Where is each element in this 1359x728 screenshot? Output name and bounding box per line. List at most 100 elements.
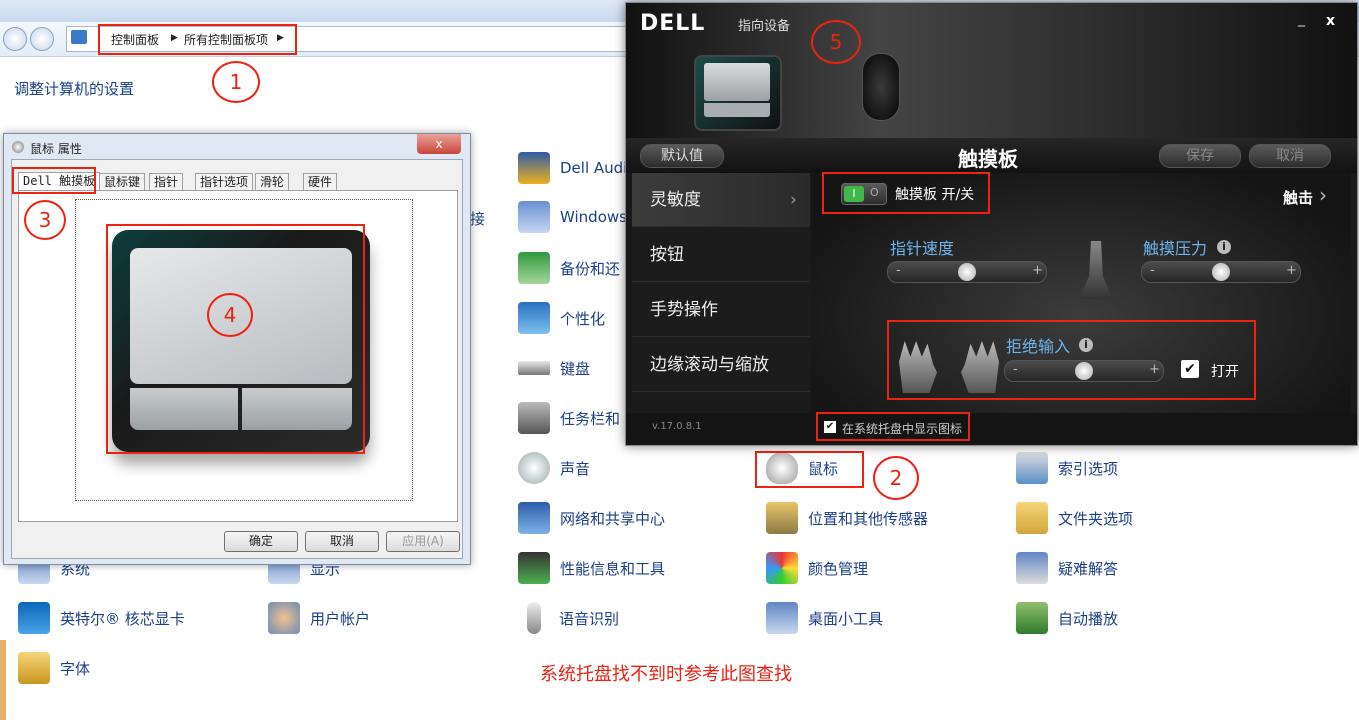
info-icon[interactable]: i xyxy=(1217,240,1231,254)
annotation-box-tray xyxy=(816,412,970,441)
cp-item-index[interactable]: 索引选项 xyxy=(1016,450,1118,486)
sidebar-item-edge-scroll-zoom[interactable]: 边缘滚动与缩放 xyxy=(632,338,810,392)
cp-item-color[interactable]: 颜色管理 xyxy=(766,550,868,586)
cp-item-personalize[interactable]: 个性化 xyxy=(518,300,605,336)
annotation-circle-2: 2 xyxy=(873,456,919,500)
intel-icon xyxy=(18,602,50,634)
annotation-box-1 xyxy=(98,24,297,55)
cp-item-performance[interactable]: 性能信息和工具 xyxy=(518,550,665,586)
annotation-box-toggle xyxy=(822,172,990,214)
index-icon xyxy=(1016,452,1048,484)
sidebar-item-buttons[interactable]: 按钮 xyxy=(632,228,810,282)
cp-item-autoplay[interactable]: 自动播放 xyxy=(1016,600,1118,636)
annotation-circle-1: 1 xyxy=(212,61,260,103)
annotation-box-2 xyxy=(755,451,864,488)
close-button[interactable]: x xyxy=(1326,13,1335,29)
save-button[interactable]: 保存 xyxy=(1159,144,1241,168)
tab-hardware[interactable]: 硬件 xyxy=(303,173,338,191)
control-panel-icon xyxy=(71,30,87,44)
cp-item-sound[interactable]: 声音 xyxy=(518,450,590,486)
tab-pointer-options[interactable]: 指针选项 xyxy=(195,173,254,191)
cp-item-fonts[interactable]: 字体 xyxy=(18,650,90,686)
gadget-icon xyxy=(766,602,798,634)
cp-item-sensors[interactable]: 位置和其他传感器 xyxy=(766,500,928,536)
cancel-button[interactable]: 取消 xyxy=(305,531,379,552)
minus-icon: - xyxy=(896,263,901,278)
annotation-circle-5: 5 xyxy=(811,20,861,64)
panel-header: 默认值 触摸板 保存 取消 xyxy=(626,138,1357,173)
cp-item-dell-audio[interactable]: Dell Audi xyxy=(518,150,627,186)
pointer-speed-slider[interactable]: - + xyxy=(887,261,1047,283)
sidebar-item-gestures[interactable]: 手势操作 xyxy=(632,283,810,337)
window-title: 指向设备 xyxy=(738,19,791,34)
left-edge-strip xyxy=(0,640,6,720)
cp-item-keyboard[interactable]: 键盘 xyxy=(518,350,590,386)
cp-item-folder[interactable]: 文件夹选项 xyxy=(1016,500,1133,536)
cp-item-gadgets[interactable]: 桌面小工具 xyxy=(766,600,883,636)
plus-icon: + xyxy=(1032,263,1043,278)
chevron-right-icon: › xyxy=(790,190,797,210)
audio-icon xyxy=(518,152,550,184)
forward-icon[interactable] xyxy=(30,27,54,51)
minimize-button[interactable]: _ xyxy=(1298,11,1305,27)
touch-pressure-slider[interactable]: - + xyxy=(1141,261,1301,283)
annotation-box-3 xyxy=(12,167,96,194)
dialog-title: 鼠标 属性 xyxy=(30,142,82,156)
mouse-icon xyxy=(12,141,24,153)
tab-wheel[interactable]: 滑轮 xyxy=(255,173,290,191)
footer-bar: v.17.0.8.1 ✔ 在系统托盘中显示图标 xyxy=(626,413,1357,444)
cp-item-taskbar[interactable]: 任务栏和 xyxy=(518,400,620,436)
touchpad-device-buttons xyxy=(704,103,770,117)
cancel-button[interactable]: 取消 xyxy=(1249,144,1331,168)
cp-item-network[interactable]: 网络和共享中心 xyxy=(518,500,665,536)
touchpad-device-icon[interactable] xyxy=(694,55,782,131)
cp-item-users[interactable]: 用户帐户 xyxy=(268,600,370,636)
touch-pressure-label: 触摸压力 xyxy=(1143,239,1208,258)
panel-title: 触摸板 xyxy=(958,147,1018,171)
pointer-speed-knob[interactable] xyxy=(958,263,976,281)
cp-item-troubleshoot[interactable]: 疑难解答 xyxy=(1016,550,1118,586)
sidebar-item-sensitivity[interactable]: 灵敏度 › xyxy=(632,173,810,227)
chevron-right-icon[interactable]: › xyxy=(1319,183,1327,207)
mouse-device-icon[interactable] xyxy=(862,53,900,121)
hint-note: 系统托盘找不到时参考此图查找 xyxy=(540,664,792,685)
touch-pressure-knob[interactable] xyxy=(1212,263,1230,281)
tab-pointer[interactable]: 指针 xyxy=(149,173,184,191)
page-heading: 调整计算机的设置 xyxy=(14,80,135,98)
windows-icon xyxy=(518,201,550,233)
back-icon[interactable] xyxy=(3,27,27,51)
annotation-box-4 xyxy=(106,224,365,454)
pointer-speed-label: 指针速度 xyxy=(890,239,955,258)
users-icon xyxy=(268,602,300,634)
plus-icon: + xyxy=(1286,263,1297,278)
cp-item-intel[interactable]: 英特尔® 核芯显卡 xyxy=(18,600,185,636)
personalize-icon xyxy=(518,302,550,334)
tab-mouse-keys[interactable]: 鼠标键 xyxy=(99,173,146,191)
taskbar-icon xyxy=(518,402,550,434)
network-icon xyxy=(518,502,550,534)
color-icon xyxy=(766,552,798,584)
minus-icon: - xyxy=(1150,263,1155,278)
annotation-circle-3: 3 xyxy=(24,200,66,240)
cp-item-backup[interactable]: 备份和还 xyxy=(518,250,620,286)
close-button[interactable]: x xyxy=(417,134,461,154)
annotation-circle-4: 4 xyxy=(207,293,253,337)
defaults-button[interactable]: 默认值 xyxy=(640,144,724,168)
settings-sidebar: 灵敏度 › 按钮 手势操作 边缘滚动与缩放 xyxy=(632,173,810,399)
finger-press-icon xyxy=(1079,241,1113,299)
tap-link[interactable]: 触击 xyxy=(1283,187,1313,208)
folder-icon xyxy=(1016,502,1048,534)
sensor-icon xyxy=(766,502,798,534)
mic-icon xyxy=(527,602,541,634)
cp-item-clipped-label: 接 xyxy=(470,210,486,228)
font-icon xyxy=(18,652,50,684)
apply-button[interactable]: 应用(A) xyxy=(386,531,460,552)
dell-logo: DELL xyxy=(640,11,706,36)
sound-icon xyxy=(518,452,550,484)
performance-icon xyxy=(518,552,550,584)
device-banner: DELL 指向设备 _ x xyxy=(626,3,1357,138)
touchpad-device-surface xyxy=(704,63,770,101)
cp-item-speech[interactable]: 语音识别 xyxy=(518,600,619,636)
ok-button[interactable]: 确定 xyxy=(224,531,298,552)
cp-item-windows[interactable]: Windows xyxy=(518,199,627,235)
